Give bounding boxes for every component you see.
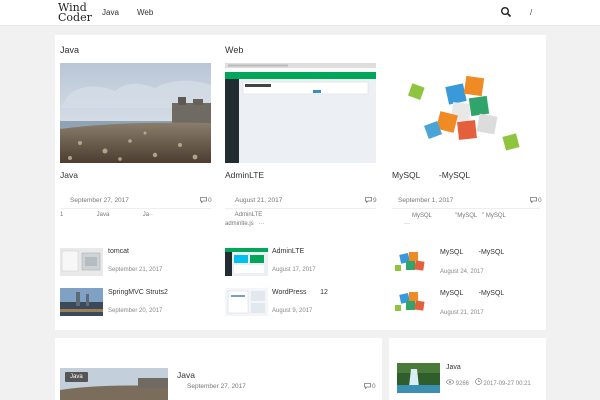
menu-slash[interactable]: / xyxy=(530,8,532,17)
divider xyxy=(60,208,211,209)
list-item-title[interactable]: SpringMVC Struts2 xyxy=(108,289,168,296)
list-item-date: August 21, 2017 xyxy=(440,310,484,316)
nav-item-java[interactable]: Java xyxy=(102,8,119,17)
post-thumb-mysql[interactable] xyxy=(392,248,435,276)
post-excerpt-line-2: ··· xyxy=(404,221,410,227)
sidebar-post-title[interactable]: Java xyxy=(446,364,461,371)
post-title[interactable]: Java xyxy=(60,170,78,180)
post-date: September 27, 2017 xyxy=(70,197,129,204)
latest-post-title[interactable]: Java xyxy=(177,370,195,380)
comment-count[interactable]: 0 xyxy=(364,383,376,390)
list-item-date: September 20, 2017 xyxy=(108,308,163,314)
sidebar-post-thumb[interactable] xyxy=(397,363,440,393)
post-excerpt-line-1: AdminLTE xyxy=(225,212,263,218)
post-excerpt-line-1: MySQL "MySQL " MySQL xyxy=(412,213,506,219)
post-image-beach[interactable] xyxy=(60,63,211,163)
divider xyxy=(392,208,540,209)
list-item-date: August 24, 2017 xyxy=(440,269,484,275)
list-item-title[interactable]: MySQL -MySQL xyxy=(440,290,504,297)
post-image-adminlte[interactable] xyxy=(225,63,376,163)
category-heading-web[interactable]: Web xyxy=(225,45,243,55)
comment-count[interactable]: 0 xyxy=(200,197,212,204)
list-item-title[interactable]: WordPress 12 xyxy=(272,289,328,296)
logo-line-2: Coder xyxy=(58,11,92,24)
post-image-cubes[interactable] xyxy=(392,63,540,163)
post-date: August 21, 2017 xyxy=(235,197,283,204)
category-heading-java[interactable]: Java xyxy=(60,45,79,55)
post-thumb-mysql[interactable] xyxy=(392,288,435,316)
post-date: September 1, 2017 xyxy=(398,197,454,204)
sidebar-post-datetime: 2017-09-27 00:21 xyxy=(483,381,531,387)
list-item-title[interactable]: MySQL -MySQL xyxy=(440,249,504,256)
list-item-title[interactable]: tomcat xyxy=(108,248,129,255)
eye-icon xyxy=(446,379,454,385)
search-icon[interactable] xyxy=(500,6,512,18)
clock-icon xyxy=(474,378,482,385)
post-title[interactable]: AdminLTE xyxy=(225,170,264,180)
latest-post-date: September 27, 2017 xyxy=(187,383,246,390)
comment-count-value: 0 xyxy=(538,197,542,204)
list-item-date: August 9, 2017 xyxy=(272,308,313,314)
sidebar-post-meta: 9266 2017-09-27 00:21 xyxy=(446,378,531,387)
post-thumb-springmvc[interactable] xyxy=(60,288,103,316)
comment-icon xyxy=(365,197,372,204)
comment-count-value: 0 xyxy=(372,383,376,390)
post-thumb-wordpress[interactable] xyxy=(225,288,268,316)
category-tag[interactable]: Java xyxy=(65,372,88,382)
nav-item-web[interactable]: Web xyxy=(137,8,153,17)
post-excerpt-line-2: adminlte.js ··· xyxy=(225,221,265,227)
view-count: 9266 xyxy=(455,381,470,387)
divider xyxy=(225,208,376,209)
list-item-title[interactable]: AdminLTE xyxy=(272,248,304,255)
post-thumb-tomcat[interactable] xyxy=(60,248,103,276)
post-title[interactable]: MySQL -MySQL xyxy=(392,170,470,180)
comment-count-value: 0 xyxy=(208,197,212,204)
site-logo[interactable]: Wind Coder xyxy=(58,2,98,24)
comment-count[interactable]: 0 xyxy=(530,197,542,204)
post-thumb-adminlte[interactable] xyxy=(225,248,268,276)
list-item-date: September 21, 2017 xyxy=(108,267,163,273)
post-excerpt: 1 Java Ja·· xyxy=(60,212,154,218)
comment-icon xyxy=(364,383,371,390)
top-navbar: Wind Coder Java Web / xyxy=(0,0,600,26)
list-item-date: August 17, 2017 xyxy=(272,267,316,273)
comment-icon xyxy=(200,197,207,204)
comment-icon xyxy=(530,197,537,204)
comment-count[interactable]: 9 xyxy=(365,197,377,204)
comment-count-value: 9 xyxy=(373,197,377,204)
